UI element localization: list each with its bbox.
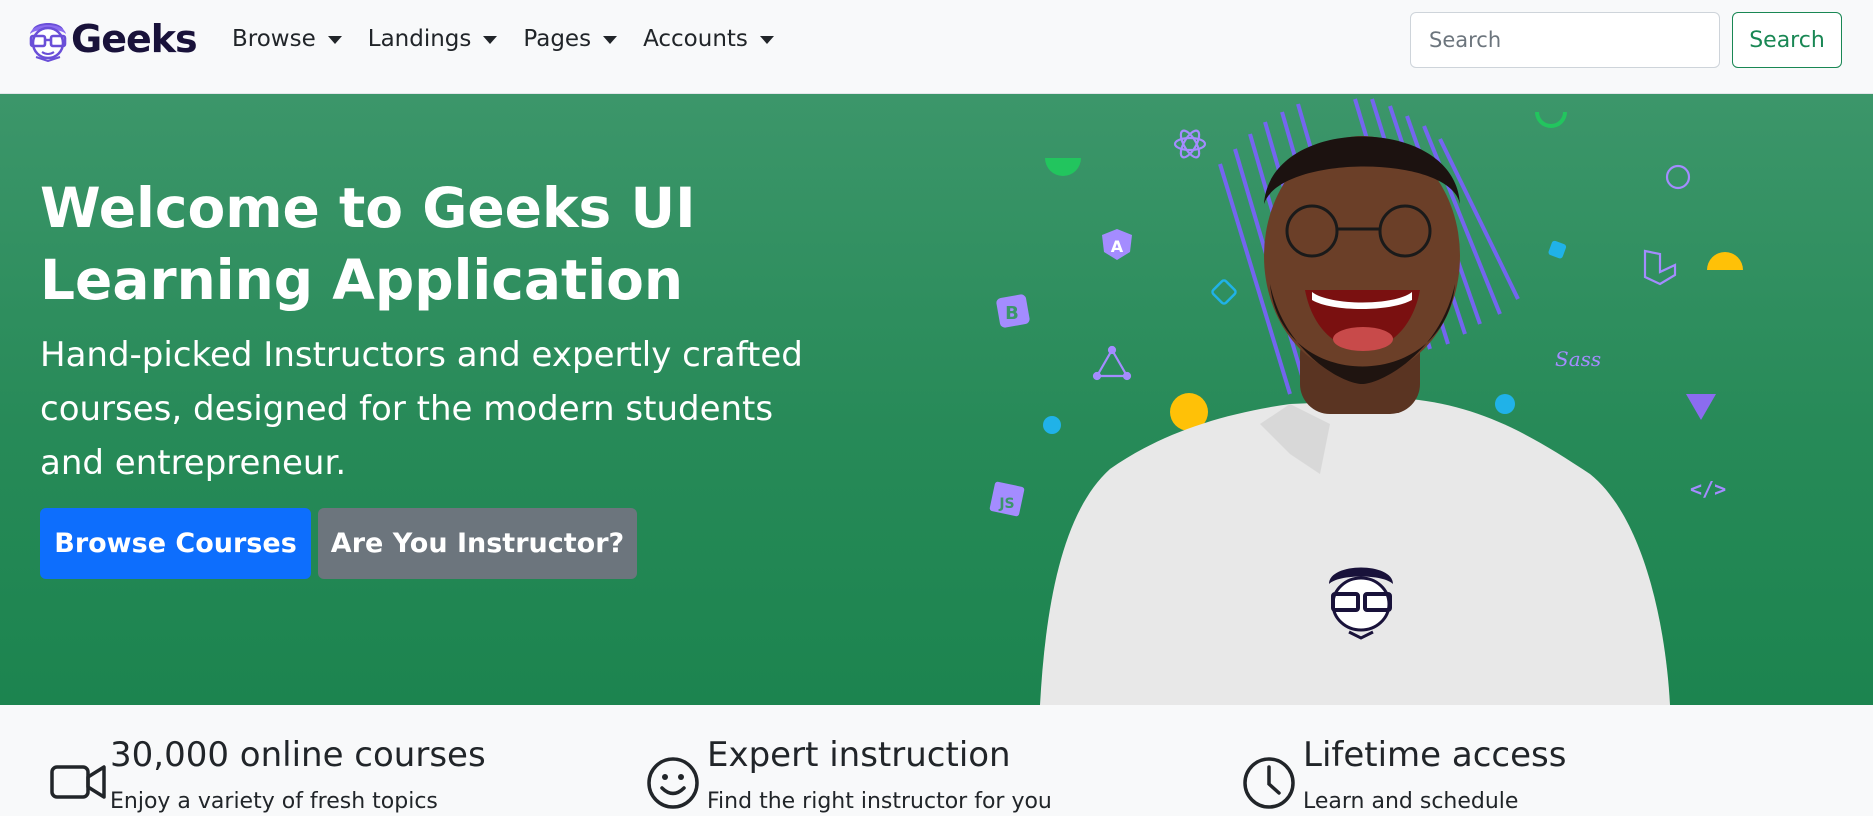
nav-browse-label: Browse [232, 26, 316, 52]
nav-pages-label: Pages [523, 26, 592, 52]
main-nav: Browse Landings Pages Accounts [232, 26, 800, 52]
top-navbar: Geeks Browse Landings Pages Accounts Sea… [0, 0, 1873, 94]
hero-subtitle: Hand-picked Instructors and expertly cra… [40, 335, 803, 483]
feature-instruction-text: Find the right instructor for you [707, 789, 1052, 814]
svg-text:B: B [1005, 303, 1019, 324]
feature-lifetime-title: Lifetime access [1303, 735, 1567, 775]
smile-icon [647, 757, 699, 809]
smiling-student-illustration: A B JS Sass </> [989, 98, 1743, 705]
brand-name: Geeks [71, 17, 198, 61]
nav-accounts[interactable]: Accounts [643, 26, 774, 52]
svg-text:</>: </> [1690, 477, 1726, 501]
svg-text:A: A [1111, 237, 1124, 256]
features-row: 30,000 online courses Enjoy a variety of… [0, 705, 1873, 816]
nav-pages[interactable]: Pages [523, 26, 618, 52]
browse-courses-button[interactable]: Browse Courses [40, 508, 311, 579]
nav-landings-label: Landings [367, 26, 472, 52]
feature-courses-title: 30,000 online courses [110, 735, 486, 775]
hero-section: Welcome to Geeks UI Learning Application… [0, 94, 1873, 705]
video-camera-icon [50, 765, 106, 799]
svg-text:JS: JS [998, 496, 1014, 512]
feature-lifetime-text: Learn and schedule [1303, 789, 1519, 814]
hero-title-line-2: Learning Application [40, 248, 684, 312]
caret-down-icon [327, 36, 342, 44]
caret-down-icon [603, 36, 618, 44]
nav-browse[interactable]: Browse [232, 26, 342, 52]
search-input[interactable] [1410, 12, 1720, 68]
are-you-instructor-button[interactable]: Are You Instructor? [318, 508, 637, 579]
hero-title: Welcome to Geeks UI Learning Application [40, 172, 860, 316]
clock-icon [1243, 757, 1295, 809]
nav-accounts-label: Accounts [643, 26, 748, 52]
search-button[interactable]: Search [1732, 12, 1842, 68]
geek-face-logo-icon [29, 23, 67, 62]
feature-courses-text: Enjoy a variety of fresh topics [110, 789, 438, 814]
brand[interactable]: Geeks [26, 16, 198, 62]
caret-down-icon [483, 36, 498, 44]
svg-text:Sass: Sass [1555, 347, 1601, 371]
hero-title-line-1: Welcome to Geeks UI [40, 176, 696, 240]
nav-landings[interactable]: Landings [368, 26, 498, 52]
feature-instruction-title: Expert instruction [707, 735, 1011, 775]
caret-down-icon [759, 36, 774, 44]
